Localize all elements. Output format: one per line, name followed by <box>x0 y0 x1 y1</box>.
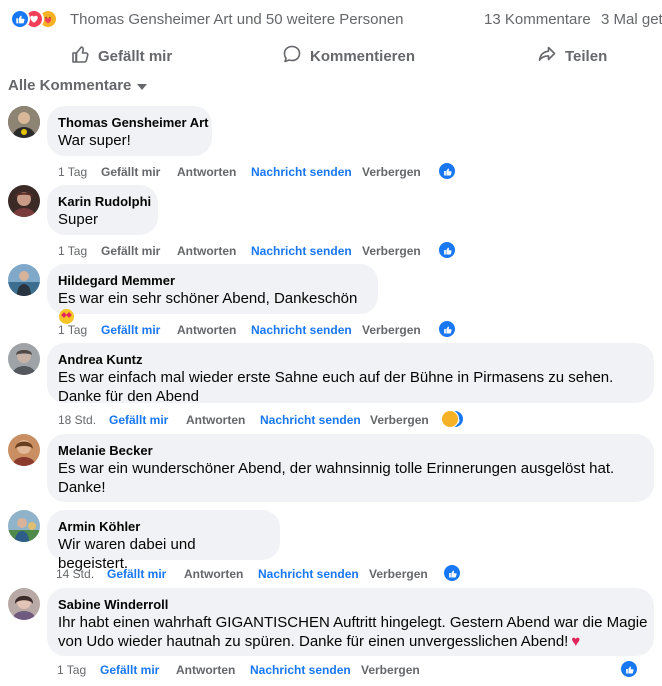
comment-reply-button[interactable]: Antworten <box>177 242 236 260</box>
comment-meta: 1 Tag Gefällt mir Antworten Nachricht se… <box>0 660 662 679</box>
comment-like-button[interactable]: Gefällt mir <box>109 411 168 429</box>
hide-comment-button[interactable]: Verbergen <box>362 163 421 181</box>
comment-author[interactable]: Andrea Kuntz <box>58 351 643 368</box>
comment-meta: 1 Tag Gefällt mir Antworten Nachricht se… <box>0 320 662 339</box>
hide-comment-button[interactable]: Verbergen <box>362 242 421 260</box>
like-icon <box>438 241 456 259</box>
comment-reply-button[interactable]: Antworten <box>176 661 235 679</box>
comment-bubble: Hildegard Memmer Es war ein sehr schöner… <box>47 264 378 324</box>
speech-bubble-icon <box>282 44 302 68</box>
comment-like-button[interactable]: Gefällt mir <box>101 163 160 181</box>
like-icon <box>443 564 461 582</box>
share-arrow-icon <box>537 44 557 68</box>
share-button[interactable]: Teilen <box>537 38 607 74</box>
caret-down-icon <box>137 77 148 94</box>
comment-meta: 14 Std. Gefällt mir Antworten Nachricht … <box>0 564 662 583</box>
reactors-text[interactable]: Thomas Gensheimer Art und 50 weitere Per… <box>70 11 404 28</box>
comment-meta: 1 Tag Gefällt mir Antworten Nachricht se… <box>0 241 662 260</box>
comment-filter[interactable]: Alle Kommentare <box>8 75 148 95</box>
comment-like-button[interactable]: Gefällt mir <box>101 321 160 339</box>
avatar[interactable] <box>8 106 40 138</box>
like-icon <box>620 660 638 678</box>
care-icon <box>441 410 459 428</box>
comment-like-button[interactable]: Gefällt mir <box>107 565 166 583</box>
comment-text: Ihr habt einen wahrhaft GIGANTISCHEN Auf… <box>58 613 648 651</box>
avatar[interactable] <box>8 588 40 620</box>
like-icon <box>10 9 30 29</box>
comment-text: Super <box>58 211 99 228</box>
comment-bubble: Sabine Winderroll Ihr habt einen wahrhaf… <box>47 588 654 656</box>
comment-button[interactable]: Kommentieren <box>282 38 415 74</box>
comment-like-button[interactable]: Gefällt mir <box>101 242 160 260</box>
like-icon <box>438 162 456 180</box>
comment-bubble: Armin Köhler Wir waren dabei und begeist… <box>47 510 280 572</box>
comment-time[interactable]: 1 Tag <box>57 661 86 679</box>
comment-author[interactable]: Melanie Becker <box>58 442 643 459</box>
comment-text: War super! <box>58 132 131 149</box>
comment-text-content: Ihr habt einen wahrhaft GIGANTISCHEN Auf… <box>58 614 648 650</box>
red-heart-emoji-icon: ♥ <box>571 633 581 650</box>
comment-reply-button[interactable]: Antworten <box>186 411 245 429</box>
hide-comment-button[interactable]: Verbergen <box>361 661 420 679</box>
comment-text-content: Es war ein sehr schöner Abend, Dankeschö… <box>58 290 358 307</box>
comment-time[interactable]: 1 Tag <box>58 242 87 260</box>
send-message-link[interactable]: Nachricht senden <box>250 661 351 679</box>
comment-time[interactable]: 1 Tag <box>58 163 87 181</box>
comment-bubble: Thomas Gensheimer Art War super! <box>47 106 212 156</box>
reaction-icons[interactable] <box>10 9 68 29</box>
send-message-link[interactable]: Nachricht senden <box>258 565 359 583</box>
avatar[interactable] <box>8 264 40 296</box>
send-message-link[interactable]: Nachricht senden <box>251 321 352 339</box>
comment-text: Es war einfach mal wieder erste Sahne eu… <box>58 369 614 405</box>
like-button[interactable]: Gefällt mir <box>70 38 172 74</box>
avatar[interactable] <box>8 185 40 217</box>
comment-text: Es war ein wunderschöner Abend, der wahn… <box>58 460 615 496</box>
hide-comment-button[interactable]: Verbergen <box>370 411 429 429</box>
comment-reply-button[interactable]: Antworten <box>184 565 243 583</box>
comment-meta: 1 Tag Gefällt mir Antworten Nachricht se… <box>0 162 662 181</box>
comment-reply-button[interactable]: Antworten <box>177 321 236 339</box>
hide-comment-button[interactable]: Verbergen <box>369 565 428 583</box>
comment-author[interactable]: Karin Rudolphi <box>58 193 151 210</box>
thumbs-up-icon <box>70 44 90 68</box>
avatar[interactable] <box>8 434 40 466</box>
comment-author[interactable]: Armin Köhler <box>58 518 269 535</box>
post-action-bar: Gefällt mir Kommentieren Teilen <box>0 38 662 74</box>
send-message-link[interactable]: Nachricht senden <box>260 411 361 429</box>
send-message-link[interactable]: Nachricht senden <box>251 242 352 260</box>
comment-button-label: Kommentieren <box>310 47 416 65</box>
like-button-label: Gefällt mir <box>98 47 173 65</box>
share-button-label: Teilen <box>565 47 608 65</box>
like-icon <box>438 320 456 338</box>
comment-author[interactable]: Hildegard Memmer <box>58 272 367 289</box>
comment-bubble: Andrea Kuntz Es war einfach mal wieder e… <box>47 343 654 405</box>
share-count[interactable]: 3 Mal geteilt <box>601 11 662 28</box>
avatar[interactable] <box>8 510 40 542</box>
hide-comment-button[interactable]: Verbergen <box>362 321 421 339</box>
avatar[interactable] <box>8 343 40 375</box>
comment-count[interactable]: 13 Kommentare <box>484 11 591 28</box>
comment-like-button[interactable]: Gefällt mir <box>100 661 159 679</box>
comment-reply-button[interactable]: Antworten <box>177 163 236 181</box>
comment-meta: 18 Std. Gefällt mir Antworten Nachricht … <box>0 410 662 429</box>
comment-bubble: Karin Rudolphi Super <box>47 185 158 235</box>
comment-time[interactable]: 14 Std. <box>56 565 94 583</box>
comment-time[interactable]: 18 Std. <box>58 411 96 429</box>
reaction-summary: Thomas Gensheimer Art und 50 weitere Per… <box>0 0 662 38</box>
send-message-link[interactable]: Nachricht senden <box>251 163 352 181</box>
comment-time[interactable]: 1 Tag <box>58 321 87 339</box>
comment-filter-label: Alle Kommentare <box>8 76 132 94</box>
comment-bubble: Melanie Becker Es war ein wunderschöner … <box>47 434 654 502</box>
comment-author[interactable]: Sabine Winderroll <box>58 596 643 613</box>
comment-author[interactable]: Thomas Gensheimer Art <box>58 114 209 131</box>
